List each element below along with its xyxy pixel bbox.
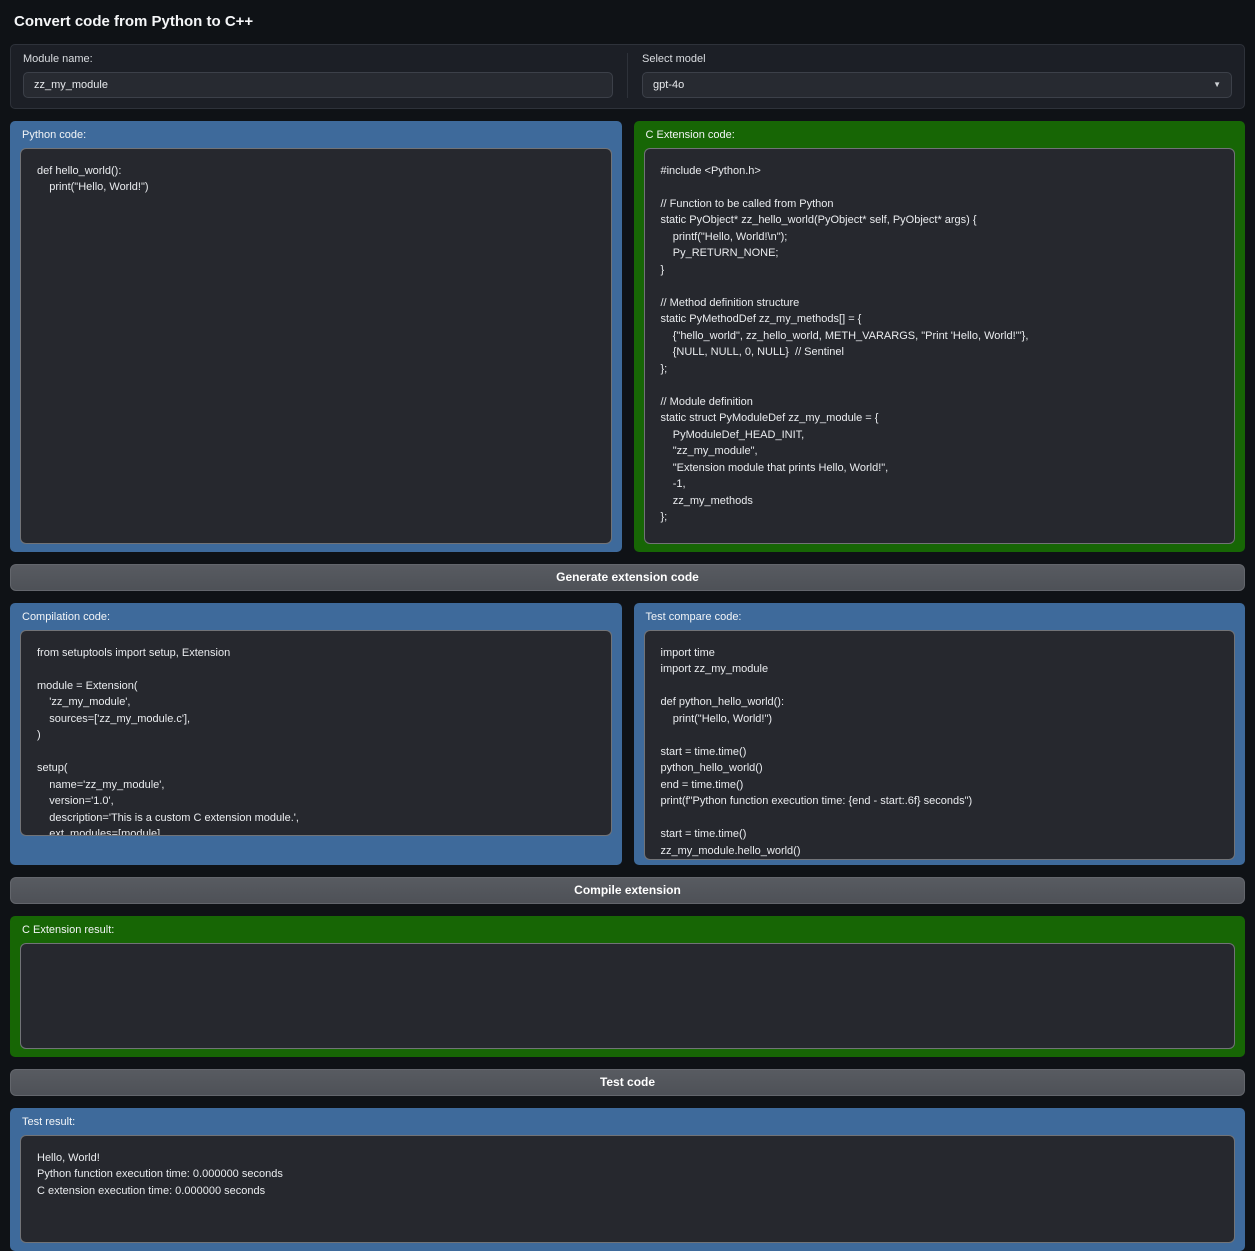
test-result-label: Test result:	[22, 1116, 1235, 1128]
model-select-label: Select model	[642, 53, 1232, 65]
c-extension-result-output[interactable]	[20, 943, 1235, 1049]
module-name-input[interactable]	[23, 72, 613, 98]
page-title: Convert code from Python to C++	[14, 12, 1245, 32]
test-result-panel: Test result: Hello, World! Python functi…	[10, 1108, 1245, 1251]
test-code-button[interactable]: Test code	[10, 1069, 1245, 1096]
c-extension-code-editor[interactable]: #include <Python.h> // Function to be ca…	[644, 148, 1236, 544]
python-code-label: Python code:	[22, 129, 612, 141]
test-compare-code-label: Test compare code:	[646, 611, 1236, 623]
code-row-1: Python code: def hello_world(): print("H…	[10, 121, 1245, 552]
app-root: Convert code from Python to C++ Module n…	[10, 10, 1245, 1251]
compilation-code-editor[interactable]: from setuptools import setup, Extension …	[20, 630, 612, 836]
code-row-2: Compilation code: from setuptools import…	[10, 603, 1245, 865]
compilation-code-panel: Compilation code: from setuptools import…	[10, 603, 622, 865]
c-extension-result-panel: C Extension result:	[10, 916, 1245, 1057]
settings-bar: Module name: Select model gpt-4o ▼	[10, 44, 1245, 109]
python-code-editor[interactable]: def hello_world(): print("Hello, World!"…	[20, 148, 612, 544]
module-name-label: Module name:	[23, 53, 613, 65]
module-name-field-group: Module name:	[23, 53, 613, 98]
python-code-panel: Python code: def hello_world(): print("H…	[10, 121, 622, 552]
generate-extension-code-button[interactable]: Generate extension code	[10, 564, 1245, 591]
c-extension-code-label: C Extension code:	[646, 129, 1236, 141]
model-select-group: Select model gpt-4o ▼	[627, 53, 1232, 98]
c-extension-result-label: C Extension result:	[22, 924, 1235, 936]
c-extension-code-panel: C Extension code: #include <Python.h> //…	[634, 121, 1246, 552]
chevron-down-icon: ▼	[1213, 80, 1221, 89]
model-select[interactable]: gpt-4o ▼	[642, 72, 1232, 98]
test-compare-code-panel: Test compare code: import time import zz…	[634, 603, 1246, 865]
model-select-value: gpt-4o	[653, 79, 684, 91]
compile-extension-button[interactable]: Compile extension	[10, 877, 1245, 904]
compilation-code-label: Compilation code:	[22, 611, 612, 623]
test-compare-code-editor[interactable]: import time import zz_my_module def pyth…	[644, 630, 1236, 860]
test-result-output[interactable]: Hello, World! Python function execution …	[20, 1135, 1235, 1243]
